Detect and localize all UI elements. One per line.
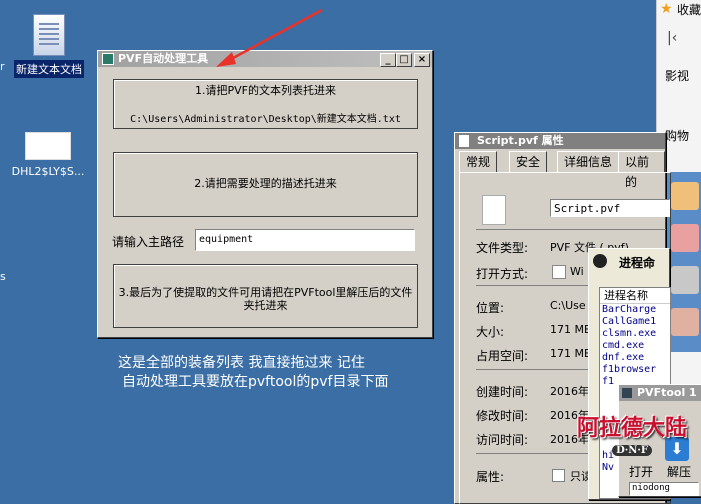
avatar[interactable] — [671, 308, 699, 336]
pvf-tool-window: PVF自动处理工具 _ □ × 1.请把PVF的文本列表托进来 C:\Users… — [97, 50, 433, 338]
main-path-label: 请输入主路径 — [112, 235, 185, 249]
window-titlebar: 进程命 — [589, 249, 669, 273]
desktop-edge-label: r — [0, 60, 5, 73]
drop-zone-text-list[interactable]: 1.请把PVF的文本列表托进来 C:\Users\Administrator\D… — [113, 79, 418, 129]
window-titlebar: PVFtool 1 — [619, 385, 701, 401]
nav-item[interactable]: 购物 — [665, 127, 689, 144]
desktop-edge-label: s — [0, 270, 6, 283]
window-titlebar: Script.pvf 属性 — [455, 133, 665, 149]
window-title: 进程命 — [619, 256, 656, 270]
step2-label: 2.请把需要处理的描述托进来 — [194, 177, 337, 190]
text-document-icon — [33, 14, 65, 56]
avatar[interactable] — [671, 224, 699, 252]
readonly-checkbox[interactable] — [552, 469, 565, 482]
avatar[interactable] — [671, 266, 699, 294]
list-item[interactable]: f1browser — [600, 364, 670, 376]
pvftool-field[interactable]: niodong — [629, 482, 699, 496]
list-item[interactable]: CallGame1 — [600, 316, 670, 328]
minimize-button[interactable]: _ — [380, 53, 396, 67]
prop-label: 打开方式: — [476, 267, 529, 281]
file-icon — [459, 135, 469, 147]
list-item[interactable]: cmd.exe — [600, 340, 670, 352]
caption-line-2: 自动处理工具要放在pvftool的pvf目录下面 — [122, 374, 389, 390]
step1-path: C:\Users\Administrator\Desktop\新建文本文档.tx… — [130, 114, 401, 125]
desktop-icon-label: DHL2$LY$S... — [11, 165, 85, 178]
list-item[interactable]: clsmn.exe — [600, 328, 670, 340]
annotation-caption: 这是全部的装备列表 我直接拖过来 记住 自动处理工具要放在pvftool的pvf… — [118, 354, 388, 392]
prop-label: 文件类型: — [476, 241, 529, 255]
app-icon — [622, 388, 632, 398]
prop-label: 占用空间: — [476, 349, 529, 363]
caption-line-1: 这是全部的装备列表 我直接拖过来 记住 — [118, 355, 365, 371]
favorites-label: 收藏 — [677, 3, 701, 17]
avatar-panel — [667, 172, 701, 352]
window-titlebar: PVF自动处理工具 _ □ × — [98, 51, 432, 67]
prop-label: 访问时间: — [476, 433, 529, 447]
tab-details[interactable]: 详细信息 — [557, 151, 620, 173]
desktop-icon-new-text-doc[interactable]: 新建文本文档 — [10, 14, 88, 78]
window-title: PVF自动处理工具 — [118, 52, 209, 65]
prop-value: C:\Use — [550, 299, 586, 312]
prop-label: 修改时间: — [476, 409, 529, 423]
app-icon — [102, 53, 114, 65]
back-icon[interactable]: |‹ — [667, 30, 677, 46]
filename-field[interactable]: Script.pvf — [550, 199, 670, 217]
desktop-icon-label: 新建文本文档 — [14, 60, 84, 78]
main-path-input[interactable]: equipment — [195, 229, 415, 251]
prop-value: 171 MB — [550, 347, 592, 360]
prop-value: Wi — [570, 265, 584, 278]
avatar[interactable] — [671, 182, 699, 210]
desktop-icon-dhl[interactable]: DHL2$LY$S... — [6, 132, 90, 179]
window-title: PVFtool 1 — [637, 386, 697, 399]
prop-value: 2016年 — [550, 385, 589, 398]
window-title: Script.pvf 属性 — [477, 134, 564, 147]
drop-zone-extracted-folder[interactable]: 3.最后为了使提取的文件可用请把在PVFtool里解压后的文件夹托进来 — [113, 264, 418, 328]
game-logo: 阿拉德大陆 D·N·F — [576, 415, 687, 456]
prop-label: 位置: — [476, 301, 505, 315]
list-item[interactable]: BarCharge — [600, 304, 670, 316]
file-icon — [482, 195, 506, 225]
prop-label: 创建时间: — [476, 385, 529, 399]
close-button[interactable]: × — [414, 53, 430, 67]
app-icon — [552, 265, 566, 279]
drop-zone-descriptions[interactable]: 2.请把需要处理的描述托进来 — [113, 152, 418, 217]
star-icon[interactable]: ★ — [660, 1, 673, 17]
tab-previous[interactable]: 以前的 — [618, 151, 665, 189]
file-icon — [25, 132, 71, 160]
prop-label: 大小: — [476, 325, 505, 339]
prop-value: 171 MB — [550, 323, 592, 336]
step1-label: 1.请把PVF的文本列表托进来 — [195, 84, 336, 97]
list-item[interactable]: dnf.exe — [600, 352, 670, 364]
step3-label: 3.最后为了使提取的文件可用请把在PVFtool里解压后的文件夹托进来 — [118, 286, 413, 312]
prop-label: 属性: — [476, 470, 505, 484]
app-icon — [593, 254, 607, 268]
maximize-button[interactable]: □ — [396, 53, 412, 67]
nav-item[interactable]: 影视 — [665, 67, 689, 84]
tab-security[interactable]: 安全 — [509, 151, 548, 173]
tab-general[interactable]: 常规 — [459, 151, 498, 173]
list-header[interactable]: 进程名称 — [600, 288, 670, 304]
